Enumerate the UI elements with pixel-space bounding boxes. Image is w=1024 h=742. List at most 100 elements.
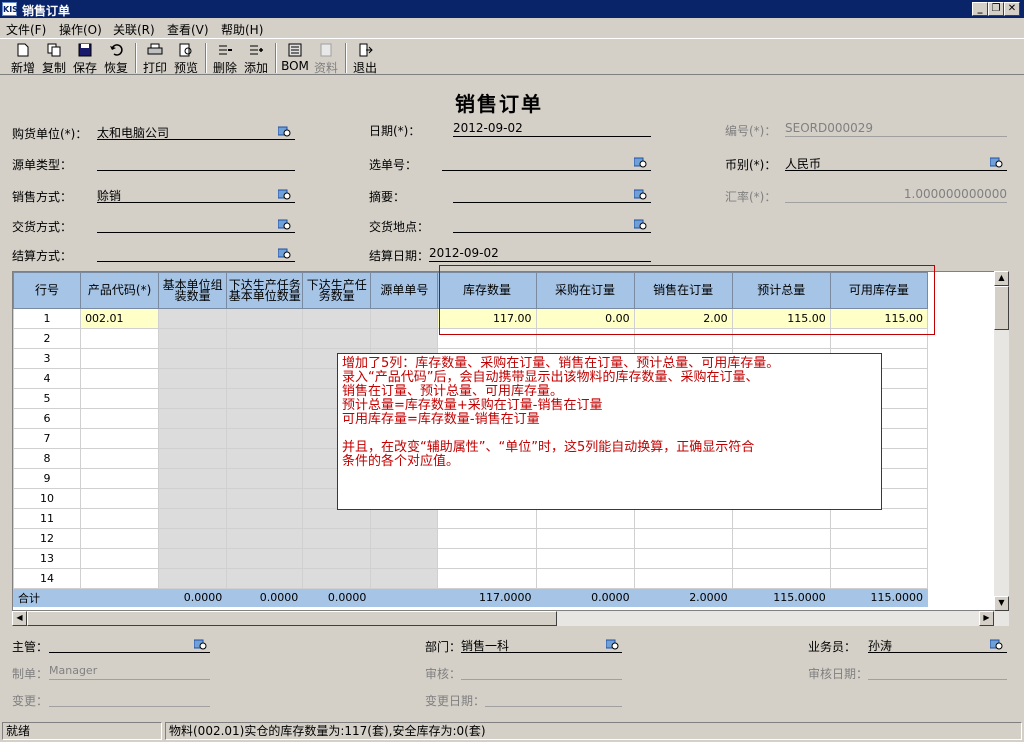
column-header[interactable]: 下达生产任务数量 <box>302 272 372 309</box>
menu-help[interactable]: 帮助(H) <box>221 21 263 38</box>
minimize-button[interactable]: _ <box>972 2 988 16</box>
table-cell[interactable] <box>535 528 635 549</box>
lookup-icon[interactable] <box>990 157 1004 169</box>
table-cell[interactable] <box>731 528 831 549</box>
table-cell[interactable] <box>370 528 439 549</box>
table-cell[interactable] <box>226 548 304 569</box>
table-cell[interactable] <box>731 548 831 569</box>
table-cell[interactable] <box>226 308 304 329</box>
table-cell[interactable] <box>370 308 439 329</box>
select-no-field[interactable] <box>442 155 651 171</box>
column-header[interactable]: 行号 <box>12 272 82 309</box>
table-cell[interactable] <box>80 388 160 409</box>
source-type-field[interactable] <box>97 155 295 171</box>
bom-button[interactable]: BOM <box>280 41 310 75</box>
table-row[interactable]: 12 <box>12 528 929 549</box>
manager-field[interactable] <box>49 637 210 653</box>
menu-operate[interactable]: 操作(O) <box>59 21 102 38</box>
table-cell[interactable] <box>437 548 537 569</box>
scroll-right-button[interactable]: ▶ <box>979 611 994 626</box>
preview-button[interactable]: 预览 <box>171 41 201 75</box>
table-cell[interactable] <box>158 348 228 369</box>
scroll-thumb[interactable] <box>994 286 1009 330</box>
settle-date-field[interactable]: 2012-09-02 <box>429 246 651 262</box>
column-header[interactable]: 下达生产任务基本单位数量 <box>226 272 304 309</box>
table-cell[interactable] <box>158 308 228 329</box>
lookup-icon[interactable] <box>634 157 648 169</box>
table-cell[interactable] <box>731 568 831 589</box>
table-cell[interactable] <box>158 368 228 389</box>
table-cell[interactable] <box>226 388 304 409</box>
table-cell[interactable] <box>535 568 635 589</box>
table-cell[interactable] <box>80 488 160 509</box>
table-cell[interactable] <box>226 328 304 349</box>
table-cell[interactable] <box>370 568 439 589</box>
new-button[interactable]: 新增 <box>8 41 38 75</box>
lookup-icon[interactable] <box>194 639 208 651</box>
menu-relate[interactable]: 关联(R) <box>113 21 155 38</box>
table-cell[interactable] <box>226 488 304 509</box>
delete-row-button[interactable]: 删除 <box>210 41 240 75</box>
table-cell[interactable] <box>302 528 372 549</box>
table-cell[interactable] <box>226 348 304 369</box>
table-cell[interactable] <box>370 548 439 569</box>
table-cell[interactable] <box>829 568 929 589</box>
changer-field[interactable] <box>49 691 210 707</box>
table-cell[interactable] <box>158 488 228 509</box>
table-cell[interactable] <box>633 528 733 549</box>
table-cell[interactable] <box>302 508 372 529</box>
table-cell[interactable] <box>80 448 160 469</box>
rate-field[interactable]: 1.000000000000 <box>785 187 1007 203</box>
lookup-icon[interactable] <box>278 219 292 231</box>
column-header[interactable]: 源单单号 <box>370 272 439 309</box>
table-cell[interactable] <box>158 528 228 549</box>
delivery-place-field[interactable] <box>453 217 651 233</box>
restore-data-button[interactable]: 恢复 <box>101 41 131 75</box>
table-cell[interactable] <box>302 568 372 589</box>
table-cell[interactable] <box>80 568 160 589</box>
table-cell[interactable] <box>226 468 304 489</box>
menu-file[interactable]: 文件(F) <box>6 21 46 38</box>
sales-method-field[interactable]: 赊销 <box>97 187 295 203</box>
table-cell[interactable] <box>302 308 372 329</box>
vertical-scrollbar[interactable]: ▲ ▼ <box>994 271 1009 611</box>
table-cell[interactable] <box>158 428 228 449</box>
audit-date-field[interactable] <box>868 664 1007 680</box>
lookup-icon[interactable] <box>634 219 648 231</box>
table-cell[interactable] <box>80 408 160 429</box>
lookup-icon[interactable] <box>278 126 292 138</box>
table-cell[interactable] <box>226 568 304 589</box>
table-cell[interactable] <box>226 528 304 549</box>
table-row[interactable]: 11 <box>12 508 929 529</box>
table-cell[interactable] <box>829 508 929 529</box>
table-cell[interactable] <box>226 508 304 529</box>
exit-button[interactable]: 退出 <box>350 41 380 75</box>
table-cell[interactable] <box>535 548 635 569</box>
delivery-method-field[interactable] <box>97 217 295 233</box>
table-cell[interactable] <box>80 428 160 449</box>
table-cell[interactable] <box>302 548 372 569</box>
buyer-field[interactable]: 太和电脑公司 <box>97 124 295 140</box>
lookup-icon[interactable] <box>634 189 648 201</box>
table-cell[interactable] <box>158 508 228 529</box>
change-date-field[interactable] <box>485 691 622 707</box>
lookup-icon[interactable] <box>606 639 620 651</box>
table-cell[interactable] <box>633 548 733 569</box>
table-cell[interactable] <box>370 508 439 529</box>
currency-field[interactable]: 人民币 <box>785 155 1007 171</box>
maker-field[interactable]: Manager <box>49 664 210 680</box>
table-cell[interactable] <box>226 448 304 469</box>
scroll-down-button[interactable]: ▼ <box>994 596 1009 611</box>
table-cell[interactable] <box>80 328 160 349</box>
table-cell[interactable] <box>80 348 160 369</box>
summary-field[interactable] <box>453 187 651 203</box>
table-cell[interactable] <box>731 508 831 529</box>
table-cell[interactable] <box>226 408 304 429</box>
table-cell[interactable]: 002.01 <box>80 308 160 329</box>
table-cell[interactable] <box>437 528 537 549</box>
table-cell[interactable] <box>226 428 304 449</box>
table-row[interactable]: 14 <box>12 568 929 589</box>
lookup-icon[interactable] <box>278 189 292 201</box>
table-cell[interactable] <box>535 508 635 529</box>
table-cell[interactable] <box>226 368 304 389</box>
